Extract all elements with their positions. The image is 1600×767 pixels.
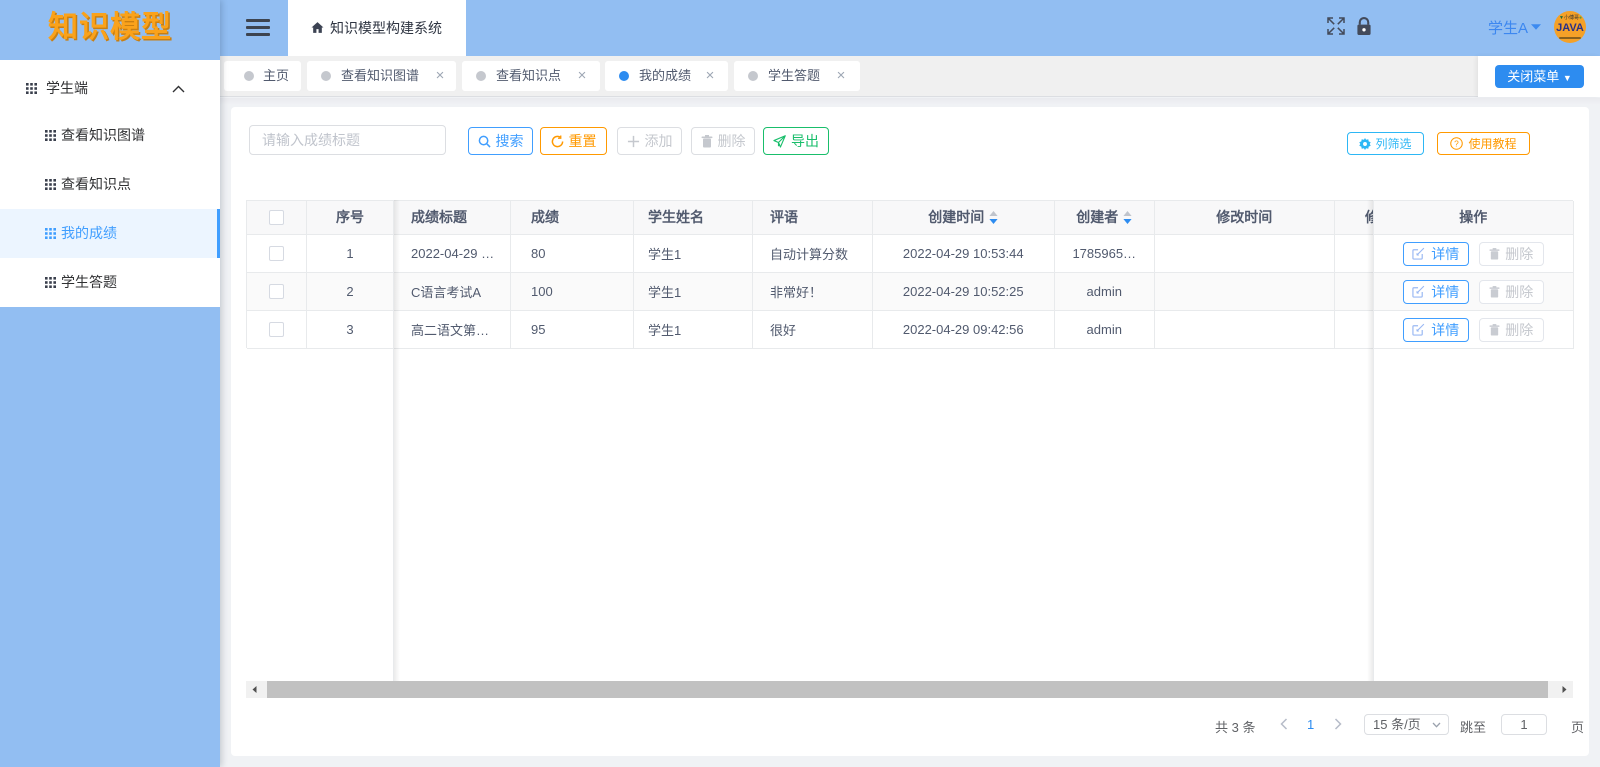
svg-text:?: ?: [1455, 138, 1460, 148]
